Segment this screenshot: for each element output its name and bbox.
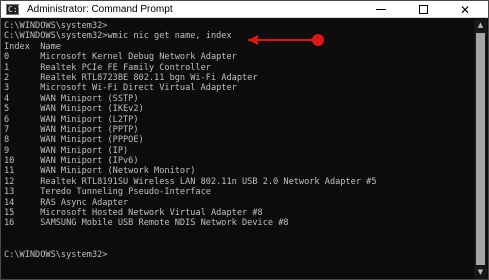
- close-button[interactable]: ✕: [445, 1, 485, 18]
- console-line: 10 WAN Miniport (IPv6): [4, 156, 139, 167]
- console-line: Index Name: [4, 41, 61, 52]
- console-line: 2 Realtek RTL8723BE 802.11 bgn Wi-Fi Ada…: [4, 72, 258, 83]
- annotation-arrow-head: [248, 35, 258, 45]
- red-arrow-pointer-icon: [248, 34, 328, 46]
- console-line: 11 WAN Miniport (Network Monitor): [4, 166, 196, 177]
- console-line: 7 WAN Miniport (PPTP): [4, 124, 139, 135]
- console-line: C:\WINDOWS\system32>: [4, 249, 108, 260]
- console-line: C:\WINDOWS\system32>: [4, 21, 108, 31]
- console-line: 6 WAN Miniport (L2TP): [4, 114, 139, 125]
- minimize-button[interactable]: [361, 1, 401, 18]
- console-line: 0 Microsoft Kernel Debug Network Adapter: [4, 52, 237, 63]
- vertical-scrollbar[interactable]: ▲ ▼: [474, 19, 487, 279]
- scroll-up-arrow-icon[interactable]: ▲: [474, 19, 487, 32]
- window-title: Administrator: Command Prompt: [27, 4, 173, 15]
- console-line: 3 Microsoft Wi-Fi Direct Virtual Adapter: [4, 83, 237, 94]
- console-output[interactable]: C:\WINDOWS\system32> C:\WINDOWS\system32>…: [1, 19, 475, 279]
- minimize-icon: [376, 9, 386, 10]
- annotation-arrow-line: [248, 39, 318, 41]
- command-prompt-window: C:\ Administrator: Command Prompt ✕ C:\W…: [0, 0, 489, 280]
- maximize-icon: [418, 5, 428, 14]
- console-line: 9 WAN Miniport (IP): [4, 145, 129, 156]
- close-icon: ✕: [459, 2, 471, 17]
- console-line: 12 Realtek RTL8191SU Wireless LAN 802.11…: [4, 176, 377, 187]
- cmd-icon[interactable]: C:\: [6, 4, 23, 15]
- console-line: 1 Realtek PCIe FE Family Controller: [4, 62, 211, 73]
- console-line: 14 RAS Async Adapter: [4, 197, 129, 208]
- console-line: 13 Teredo Tunneling Pseudo-Interface: [4, 187, 211, 198]
- title-bar[interactable]: C:\ Administrator: Command Prompt ✕: [1, 1, 488, 18]
- maximize-button[interactable]: [403, 1, 443, 18]
- annotation-arrow-dot: [312, 34, 324, 46]
- console-line: 16 SAMSUNG Mobile USB Remote NDIS Networ…: [4, 218, 289, 229]
- scroll-down-arrow-icon[interactable]: ▼: [474, 266, 487, 279]
- console-line: 4 WAN Miniport (SSTP): [4, 93, 139, 104]
- scroll-thumb[interactable]: [476, 33, 485, 265]
- cmd-icon-glyph: C:\: [8, 5, 23, 14]
- console-line: 5 WAN Miniport (IKEv2): [4, 104, 144, 115]
- console-line: C:\WINDOWS\system32>wmic nic get name, i…: [4, 31, 232, 42]
- console-line: 15 Microsoft Hosted Network Virtual Adap…: [4, 208, 263, 219]
- console-line: 8 WAN Miniport (PPPOE): [4, 135, 144, 146]
